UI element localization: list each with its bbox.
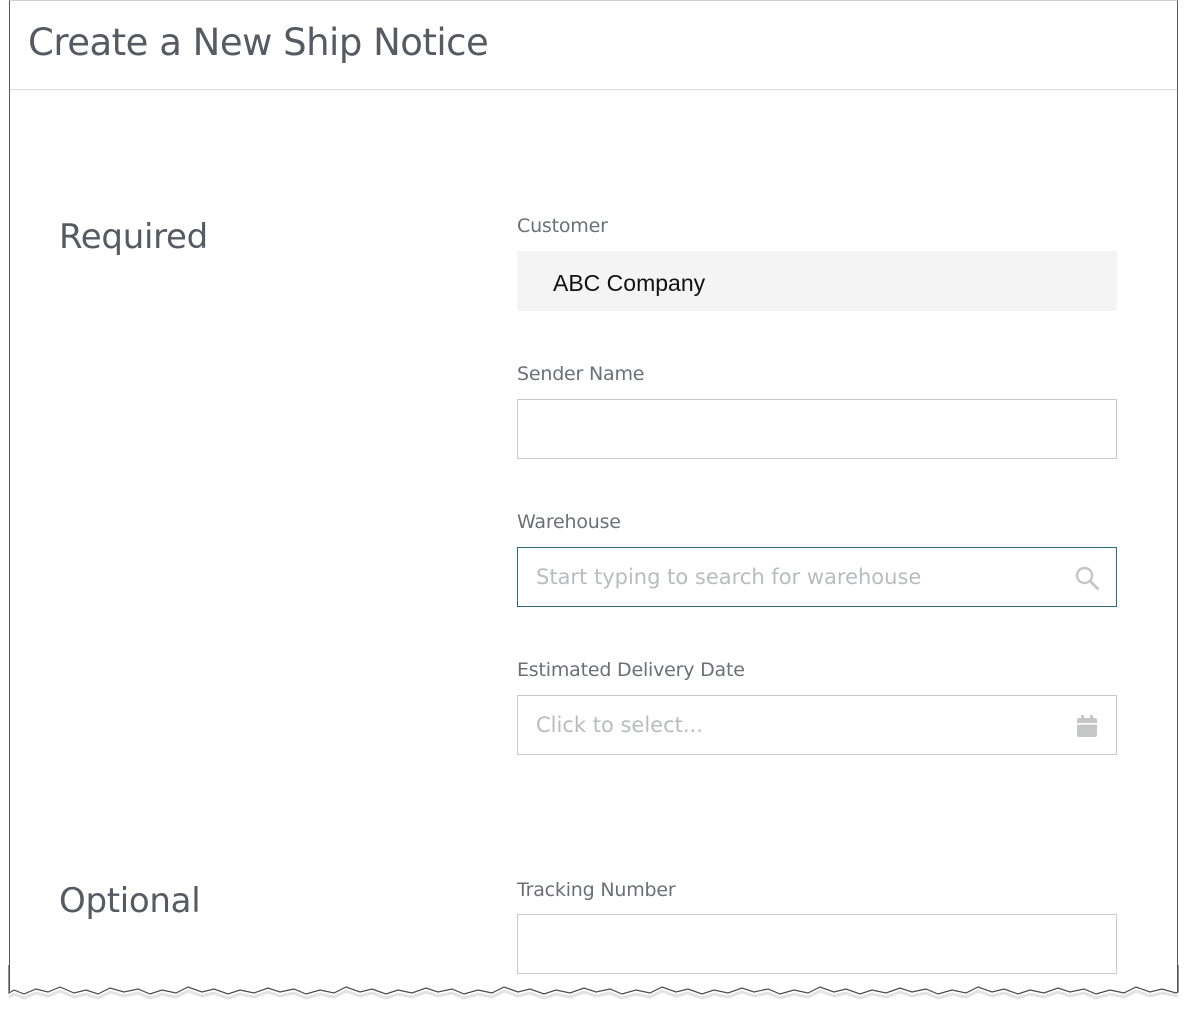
page-header: Create a New Ship Notice — [10, 1, 1177, 90]
customer-value: ABC Company — [553, 270, 706, 296]
tracking-number-label: Tracking Number — [517, 879, 676, 901]
customer-label: Customer — [517, 215, 608, 237]
section-heading-optional: Optional — [59, 881, 201, 921]
page-title: Create a New Ship Notice — [28, 21, 489, 64]
warehouse-search-input[interactable] — [518, 548, 1116, 606]
estimated-delivery-date-input[interactable] — [518, 696, 1116, 754]
search-icon[interactable] — [1074, 565, 1100, 591]
section-heading-required: Required — [59, 217, 208, 257]
torn-edge-decoration — [0, 965, 1188, 1018]
warehouse-field — [517, 547, 1117, 607]
sender-name-field — [517, 399, 1117, 459]
calendar-icon[interactable] — [1074, 713, 1100, 739]
sender-name-label: Sender Name — [517, 363, 645, 385]
estimated-delivery-date-label: Estimated Delivery Date — [517, 659, 745, 681]
estimated-delivery-date-field — [517, 695, 1117, 755]
warehouse-label: Warehouse — [517, 511, 621, 533]
customer-field: ABC Company — [517, 251, 1117, 311]
page-frame: Create a New Ship Notice Required Custom… — [9, 0, 1178, 1005]
sender-name-input[interactable] — [518, 400, 1116, 458]
